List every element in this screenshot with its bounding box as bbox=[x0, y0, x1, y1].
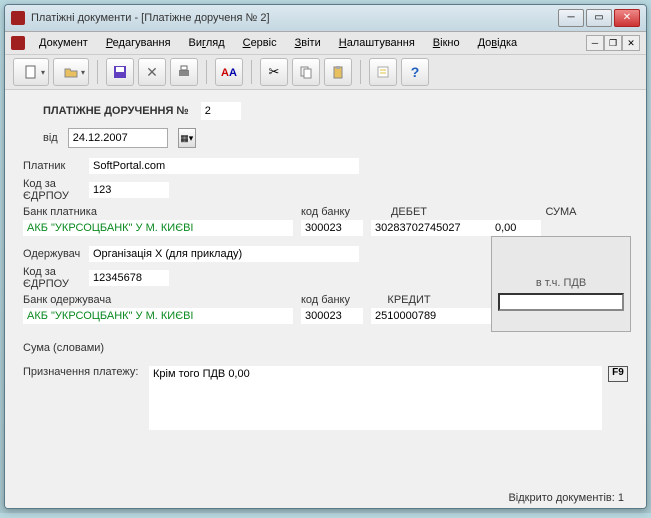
purpose-field[interactable]: Крім того ПДВ 0,00 bbox=[149, 366, 602, 430]
window-title: Платіжні документи - [Платіжне дорученя … bbox=[31, 12, 552, 24]
recipient-account-field[interactable] bbox=[371, 308, 491, 324]
recipient-field[interactable] bbox=[89, 246, 359, 262]
date-field[interactable]: 24.12.2007 bbox=[68, 128, 168, 148]
payer-bank-code-field[interactable] bbox=[301, 220, 363, 236]
mdi-minimize-button[interactable]: ─ bbox=[586, 35, 604, 51]
menu-document[interactable]: Документ bbox=[31, 35, 96, 51]
vat-box: в т.ч. ПДВ bbox=[491, 236, 631, 332]
sum-field[interactable] bbox=[491, 220, 541, 236]
menu-service[interactable]: Сервіс bbox=[235, 35, 285, 51]
app-window: Платіжні документи - [Платіжне дорученя … bbox=[4, 4, 647, 509]
menu-edit[interactable]: Редагування bbox=[98, 35, 179, 51]
copy-button[interactable] bbox=[292, 58, 320, 86]
f9-button[interactable]: F9 bbox=[608, 366, 628, 382]
font-button[interactable]: AA bbox=[215, 58, 243, 86]
form-heading: ПЛАТІЖНЕ ДОРУЧЕННЯ № bbox=[43, 105, 189, 117]
vat-label: в т.ч. ПДВ bbox=[498, 277, 624, 289]
mdi-restore-button[interactable]: ❐ bbox=[604, 35, 622, 51]
recipient-bank-label: Банк одержувача bbox=[23, 294, 293, 306]
new-button[interactable] bbox=[13, 58, 49, 86]
menu-reports[interactable]: Звіти bbox=[287, 35, 329, 51]
recipient-bank-code-field[interactable] bbox=[301, 308, 363, 324]
app-icon bbox=[11, 11, 25, 25]
form-area: ПЛАТІЖНЕ ДОРУЧЕННЯ № від 24.12.2007 ▦▾ П… bbox=[5, 90, 646, 508]
status-bar: Відкрито документів: 1 bbox=[508, 492, 624, 504]
cut-button[interactable]: ✂ bbox=[260, 58, 288, 86]
help-button[interactable]: ? bbox=[401, 58, 429, 86]
toolbar-separator bbox=[97, 60, 98, 84]
payer-edrpou-field[interactable] bbox=[89, 182, 169, 198]
toolbar-separator bbox=[360, 60, 361, 84]
bank-code-label: код банку bbox=[301, 206, 361, 218]
sum-label: СУМА bbox=[491, 206, 631, 218]
sum-words-label: Сума (словами) bbox=[23, 342, 104, 354]
menu-view[interactable]: Вигляд bbox=[181, 35, 233, 51]
open-button[interactable] bbox=[53, 58, 89, 86]
date-picker-button[interactable]: ▦▾ bbox=[178, 128, 196, 148]
credit-label: КРЕДИТ bbox=[369, 294, 449, 306]
payer-label: Платник bbox=[23, 160, 83, 172]
delete-button[interactable]: ✕ bbox=[138, 58, 166, 86]
toolbar-separator bbox=[251, 60, 252, 84]
recipient-label: Одержувач bbox=[23, 248, 83, 260]
payer-bank-field[interactable] bbox=[23, 220, 293, 236]
debit-label: ДЕБЕТ bbox=[369, 206, 449, 218]
toolbar-separator bbox=[206, 60, 207, 84]
payer-field[interactable] bbox=[89, 158, 359, 174]
menu-help[interactable]: Довідка bbox=[470, 35, 526, 51]
mdi-close-button[interactable]: ✕ bbox=[622, 35, 640, 51]
doc-icon bbox=[11, 36, 25, 50]
vat-field[interactable] bbox=[498, 293, 624, 311]
purpose-label: Призначення платежу: bbox=[23, 366, 143, 378]
print-button[interactable] bbox=[170, 58, 198, 86]
save-button[interactable] bbox=[106, 58, 134, 86]
recipient-bank-field[interactable] bbox=[23, 308, 293, 324]
minimize-button[interactable]: ─ bbox=[558, 9, 584, 27]
payer-edrpou-label: Код заЄДРПОУ bbox=[23, 178, 83, 202]
maximize-button[interactable]: ▭ bbox=[586, 9, 612, 27]
date-label: від bbox=[43, 132, 58, 144]
close-button[interactable]: ✕ bbox=[614, 9, 640, 27]
title-bar: Платіжні документи - [Платіжне дорученя … bbox=[5, 5, 646, 32]
payer-account-field[interactable] bbox=[371, 220, 491, 236]
toolbar: ✕ AA ✂ ? bbox=[5, 55, 646, 90]
bank-code-label-2: код банку bbox=[301, 294, 361, 306]
menu-window[interactable]: Вікно bbox=[425, 35, 468, 51]
payer-bank-label: Банк платника bbox=[23, 206, 293, 218]
form-button[interactable] bbox=[369, 58, 397, 86]
menu-settings[interactable]: Налаштування bbox=[331, 35, 423, 51]
menu-bar: Документ Редагування Вигляд Сервіс Звіти… bbox=[5, 32, 646, 55]
recipient-edrpou-field[interactable] bbox=[89, 270, 169, 286]
paste-button[interactable] bbox=[324, 58, 352, 86]
doc-number-field[interactable] bbox=[201, 102, 241, 120]
recipient-edrpou-label: Код заЄДРПОУ bbox=[23, 266, 83, 290]
